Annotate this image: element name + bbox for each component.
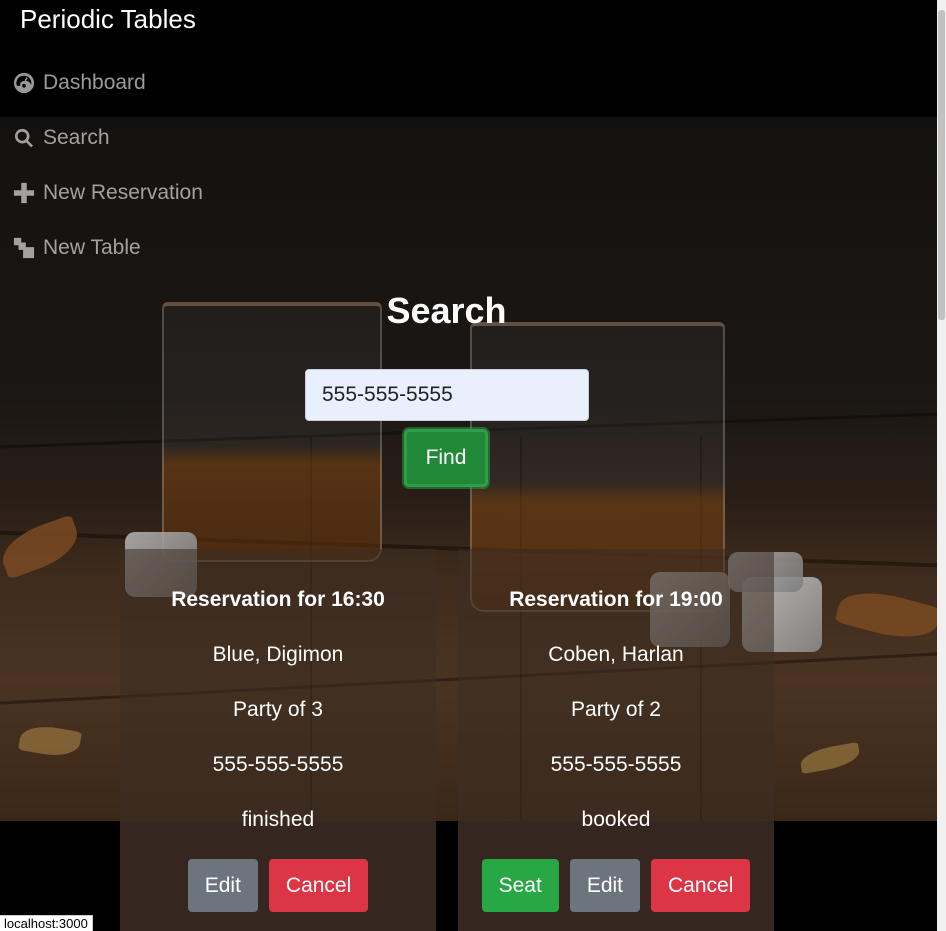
nav-item-new-table[interactable]: New Table [12,220,203,275]
cancel-button[interactable]: Cancel [651,859,751,912]
edit-button[interactable]: Edit [187,859,258,912]
page-title: Search [386,290,507,331]
reservation-status: booked [581,808,651,831]
search-icon [12,126,36,150]
nav-item-dashboard[interactable]: Dashboard [12,55,203,110]
reservation-heading: Reservation for 19:00 [509,588,723,611]
reservation-heading: Reservation for 16:30 [171,588,385,611]
reservation-card: Reservation for 19:00 Coben, Harlan Part… [458,549,774,931]
nav-label-new-table: New Table [43,235,141,259]
edit-button[interactable]: Edit [569,859,640,912]
search-input[interactable] [305,369,589,421]
app-title[interactable]: Periodic Tables [20,4,196,35]
vertical-scrollbar[interactable] [937,0,946,931]
nav-label-dashboard: Dashboard [43,70,146,94]
scrollbar-thumb[interactable] [938,10,945,320]
reservation-card: Reservation for 16:30 Blue, Digimon Part… [120,549,436,931]
status-bar-url: localhost:3000 [0,915,93,931]
table-icon [12,236,36,260]
nav-label-search: Search [43,125,110,149]
find-button[interactable]: Find [404,429,488,487]
nav-item-new-reservation[interactable]: New Reservation [12,165,203,220]
reservation-party-size: Party of 2 [571,698,661,721]
dashboard-icon [12,71,36,95]
sidebar-nav: Dashboard Search New Reservation New Tab… [12,55,203,275]
seat-button[interactable]: Seat [481,859,559,912]
nav-item-search[interactable]: Search [12,110,203,165]
plus-icon [12,181,36,205]
cancel-button[interactable]: Cancel [268,859,369,912]
reservation-name: Coben, Harlan [548,643,684,666]
reservation-status: finished [241,808,315,831]
reservation-phone: 555-555-5555 [212,753,344,776]
reservation-phone: 555-555-5555 [550,753,682,776]
nav-label-new-reservation: New Reservation [43,180,203,204]
whiskey-glass-left [162,302,382,562]
reservation-party-size: Party of 3 [233,698,323,721]
reservation-name: Blue, Digimon [212,643,344,666]
